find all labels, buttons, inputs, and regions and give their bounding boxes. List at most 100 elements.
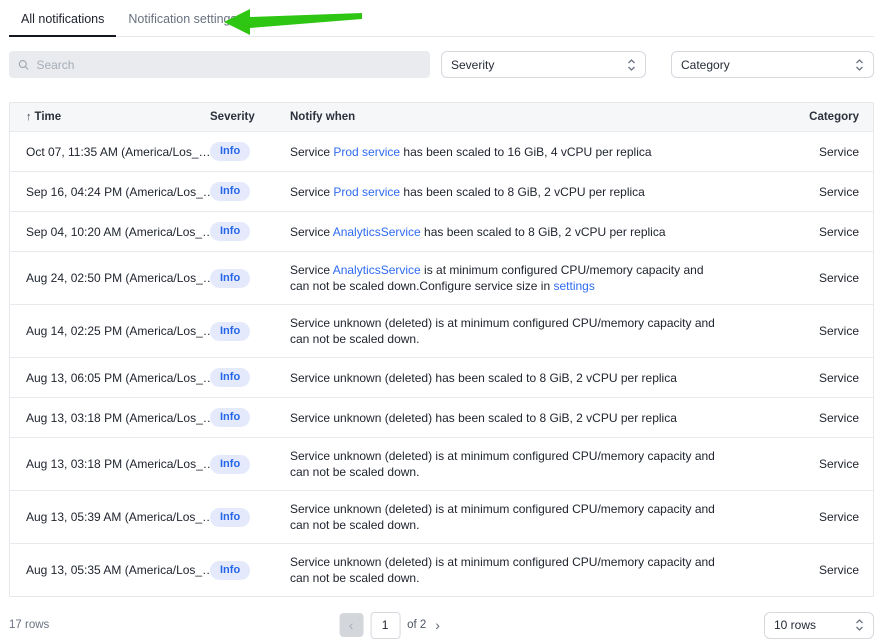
chevron-updown-icon bbox=[627, 58, 636, 72]
cell-category: Service bbox=[783, 324, 873, 338]
rows-per-page-label: 10 rows bbox=[774, 618, 816, 632]
cell-time: Aug 13, 05:39 AM (America/Los_… bbox=[10, 510, 210, 524]
cell-severity: Info bbox=[210, 269, 290, 288]
chevron-updown-icon bbox=[855, 58, 864, 72]
cell-category: Service bbox=[783, 145, 873, 159]
cell-notify-when: Service Prod service has been scaled to … bbox=[290, 184, 754, 200]
tab-bar: All notifications Notification settings bbox=[9, 2, 874, 37]
cell-notify-when: Service AnalyticsService is at minimum c… bbox=[290, 262, 754, 294]
next-page-button[interactable]: › bbox=[433, 617, 442, 633]
notify-text: has been scaled to 8 GiB, 2 vCPU per rep… bbox=[400, 185, 645, 199]
table-row: Aug 24, 02:50 PM (America/Los_…InfoServi… bbox=[10, 251, 873, 304]
column-header-time-label: Time bbox=[35, 111, 62, 123]
cell-category: Service bbox=[783, 185, 873, 199]
cell-notify-when: Service unknown (deleted) is at minimum … bbox=[290, 554, 754, 586]
cell-time: Aug 24, 02:50 PM (America/Los_… bbox=[10, 271, 210, 285]
cell-severity: Info bbox=[210, 182, 290, 201]
notify-text: has been scaled to 8 GiB, 2 vCPU per rep… bbox=[421, 225, 666, 239]
severity-badge: Info bbox=[210, 455, 250, 474]
search-input[interactable] bbox=[36, 58, 421, 72]
severity-badge: Info bbox=[210, 182, 250, 201]
severity-badge: Info bbox=[210, 508, 250, 527]
severity-select-label: Severity bbox=[451, 58, 494, 72]
notify-text: Service bbox=[290, 263, 333, 277]
cell-notify-when: Service unknown (deleted) has been scale… bbox=[290, 370, 754, 386]
cell-severity: Info bbox=[210, 408, 290, 427]
table-row: Sep 16, 04:24 PM (America/Los_…Info Servi… bbox=[10, 171, 873, 211]
notify-text: Service bbox=[290, 145, 333, 159]
table-row: Sep 04, 10:20 AM (America/Los_…InfoServi… bbox=[10, 211, 873, 251]
severity-badge: Info bbox=[210, 561, 250, 580]
cell-notify-when: Service unknown (deleted) is at minimum … bbox=[290, 501, 754, 533]
search-icon bbox=[18, 59, 29, 71]
notify-text: has been scaled to 16 GiB, 4 vCPU per re… bbox=[400, 145, 651, 159]
cell-severity: Info bbox=[210, 368, 290, 387]
notify-link[interactable]: Prod service bbox=[333, 145, 400, 159]
table-row: Aug 13, 05:35 AM (America/Los_…Info Servi… bbox=[10, 543, 873, 596]
notify-text: Service unknown (deleted) has been scale… bbox=[290, 371, 677, 385]
severity-badge: Info bbox=[210, 408, 250, 427]
row-count-label: 17 rows bbox=[9, 619, 49, 631]
tab-notification-settings[interactable]: Notification settings bbox=[116, 2, 248, 36]
notify-text: Service unknown (deleted) has been scale… bbox=[290, 411, 677, 425]
table-row: Aug 13, 06:05 PM (America/Los_…InfoServi… bbox=[10, 357, 873, 397]
cell-time: Oct 07, 11:35 AM (America/Los_… bbox=[10, 145, 210, 159]
cell-category: Service bbox=[783, 411, 873, 425]
table-row: Aug 14, 02:25 PM (America/Los_…InfoServi… bbox=[10, 304, 873, 357]
table-row: Aug 13, 03:18 PM (America/Los_…Info Servi… bbox=[10, 397, 873, 437]
notify-text: Service unknown (deleted) is at minimum … bbox=[290, 449, 715, 479]
category-select-label: Category bbox=[681, 58, 730, 72]
page-number-input[interactable] bbox=[370, 612, 400, 639]
cell-category: Service bbox=[783, 371, 873, 385]
pagination: ‹ of 2 › bbox=[339, 612, 442, 639]
table-header-row: ↑ Time Severity Notify when Category bbox=[10, 103, 873, 131]
chevron-updown-icon bbox=[855, 618, 864, 632]
cell-time: Sep 04, 10:20 AM (America/Los_… bbox=[10, 225, 210, 239]
previous-page-button[interactable]: ‹ bbox=[339, 613, 363, 637]
table-row: Oct 07, 11:35 AM (America/Los_…Info Servi… bbox=[10, 131, 873, 171]
cell-severity: Info bbox=[210, 455, 290, 474]
cell-severity: Info bbox=[210, 322, 290, 341]
cell-notify-when: Service unknown (deleted) is at minimum … bbox=[290, 315, 754, 347]
cell-time: Aug 13, 05:35 AM (America/Los_… bbox=[10, 563, 210, 577]
tab-all-notifications[interactable]: All notifications bbox=[9, 2, 116, 37]
notifications-table: ↑ Time Severity Notify when Category Oct… bbox=[9, 102, 874, 597]
cell-notify-when: Service AnalyticsService has been scaled… bbox=[290, 224, 754, 240]
cell-severity: Info bbox=[210, 222, 290, 241]
notify-link[interactable]: AnalyticsService bbox=[333, 225, 421, 239]
column-header-notify-when: Notify when bbox=[290, 111, 783, 123]
table-footer: 17 rows ‹ of 2 › 10 rows bbox=[9, 611, 874, 639]
cell-time: Sep 16, 04:24 PM (America/Los_… bbox=[10, 185, 210, 199]
cell-severity: Info bbox=[210, 561, 290, 580]
cell-category: Service bbox=[783, 225, 873, 239]
cell-time: Aug 13, 03:18 PM (America/Los_… bbox=[10, 411, 210, 425]
table-body: Oct 07, 11:35 AM (America/Los_…InfoServi… bbox=[10, 131, 873, 596]
cell-severity: Info bbox=[210, 142, 290, 161]
severity-badge: Info bbox=[210, 368, 250, 387]
rows-per-page-select[interactable]: 10 rows bbox=[764, 612, 874, 639]
table-row: Aug 13, 05:39 AM (America/Los_…Info Servi… bbox=[10, 490, 873, 543]
cell-category: Service bbox=[783, 510, 873, 524]
search-box[interactable] bbox=[9, 51, 430, 78]
notify-text: Service unknown (deleted) is at minimum … bbox=[290, 555, 715, 585]
notify-link[interactable]: settings bbox=[553, 279, 594, 293]
cell-category: Service bbox=[783, 457, 873, 471]
sort-ascending-icon: ↑ bbox=[26, 111, 32, 123]
cell-time: Aug 13, 03:18 PM (America/Los_… bbox=[10, 457, 210, 471]
table-row: Aug 13, 03:18 PM (America/Los_…Info Servi… bbox=[10, 437, 873, 490]
cell-category: Service bbox=[783, 271, 873, 285]
column-header-time[interactable]: ↑ Time bbox=[10, 111, 210, 123]
notify-link[interactable]: Prod service bbox=[333, 185, 400, 199]
severity-select[interactable]: Severity bbox=[441, 51, 646, 78]
column-header-category: Category bbox=[783, 111, 873, 123]
notify-text: Service unknown (deleted) is at minimum … bbox=[290, 316, 715, 346]
category-select[interactable]: Category bbox=[671, 51, 874, 78]
severity-badge: Info bbox=[210, 142, 250, 161]
notify-link[interactable]: AnalyticsService bbox=[333, 263, 421, 277]
cell-time: Aug 14, 02:25 PM (America/Los_… bbox=[10, 324, 210, 338]
cell-notify-when: Service unknown (deleted) is at minimum … bbox=[290, 448, 754, 480]
cell-notify-when: Service Prod service has been scaled to … bbox=[290, 144, 754, 160]
cell-category: Service bbox=[783, 563, 873, 577]
filter-controls: Severity Category bbox=[9, 51, 874, 78]
notify-text: Service bbox=[290, 225, 333, 239]
